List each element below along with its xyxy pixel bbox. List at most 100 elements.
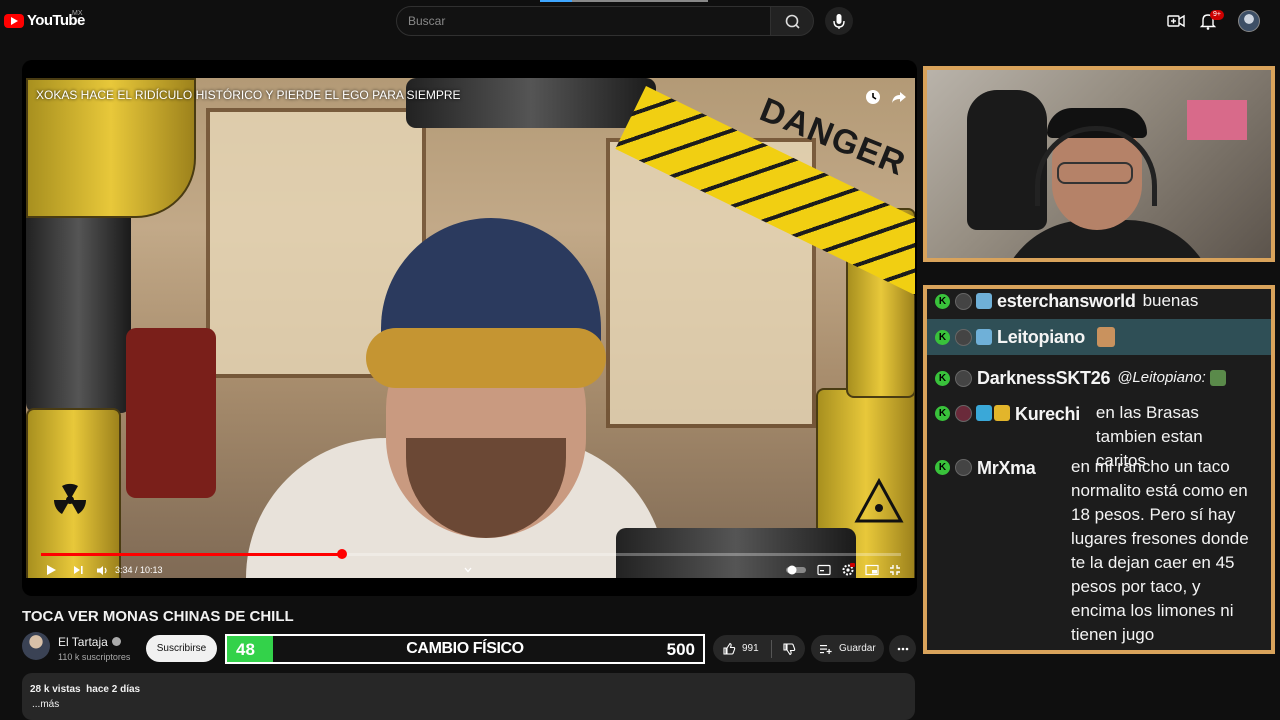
watch-later-icon[interactable] bbox=[864, 88, 882, 106]
chat-text: en las Brasas tambien estan caritos bbox=[1095, 403, 1203, 470]
subscriber-badge-icon bbox=[976, 329, 992, 345]
divider bbox=[770, 639, 772, 658]
like-count[interactable]: 991 bbox=[742, 643, 759, 654]
kick-badge-icon: K bbox=[935, 329, 950, 345]
view-count: 28 k vistas bbox=[30, 684, 81, 695]
user-avatar bbox=[955, 459, 972, 476]
subscriber-badge-icon bbox=[976, 293, 992, 309]
like-icon[interactable] bbox=[722, 642, 736, 656]
more-horizontal-icon bbox=[897, 647, 908, 650]
subtitles-icon[interactable] bbox=[817, 564, 831, 576]
kick-badge-icon: K bbox=[935, 370, 950, 386]
miniplayer-icon[interactable] bbox=[865, 564, 879, 576]
dislike-icon[interactable] bbox=[782, 642, 796, 656]
kick-badge-icon: K bbox=[935, 460, 950, 475]
goal-bar: 48 CAMBIO FÍSICO 500 bbox=[225, 634, 705, 664]
save-label: Guardar bbox=[839, 643, 876, 654]
youtube-play-icon bbox=[4, 13, 24, 28]
notification-badge: 9+ bbox=[1210, 10, 1224, 20]
playlist-add-icon bbox=[820, 644, 832, 654]
channel-name-row[interactable]: El Tartaja bbox=[58, 635, 121, 649]
video-frame: DANGER XOKAS HACE EL RIDÍCULO HISTÓRICO … bbox=[26, 78, 915, 596]
user-avatar bbox=[955, 292, 972, 310]
autoplay-toggle-icon[interactable] bbox=[785, 564, 807, 576]
country-code: MX bbox=[72, 10, 83, 17]
radiation-warning-icon bbox=[854, 478, 904, 523]
search-input[interactable] bbox=[397, 7, 770, 35]
search-button[interactable] bbox=[770, 6, 814, 36]
player-video-title[interactable]: XOKAS HACE EL RIDÍCULO HISTÓRICO Y PIERD… bbox=[36, 88, 461, 102]
create-button[interactable] bbox=[1166, 11, 1186, 31]
emote-icon bbox=[1209, 370, 1226, 386]
volume-icon[interactable] bbox=[96, 564, 109, 577]
chat-message: K MrXma en mi rancho un taco normalito e… bbox=[927, 455, 1271, 650]
dark-barrel-left bbox=[26, 193, 131, 413]
glasses bbox=[1057, 162, 1133, 184]
loading-bar bbox=[540, 0, 708, 2]
chat-text: buenas bbox=[1142, 291, 1199, 310]
chat-message-highlighted: K Leitopiano bbox=[927, 319, 1271, 355]
fullscreen-exit-icon[interactable] bbox=[889, 564, 901, 576]
chat-overlay: K esterchansworld buenas K Leitopiano K … bbox=[923, 285, 1275, 654]
vip-badge-icon bbox=[994, 405, 1010, 421]
user-avatar bbox=[955, 405, 972, 422]
settings-icon[interactable] bbox=[841, 563, 855, 577]
subscribe-button[interactable]: Suscribirse bbox=[146, 635, 217, 662]
show-more-link[interactable]: ...más bbox=[30, 699, 907, 710]
upload-date: hace 2 días bbox=[86, 684, 141, 695]
dark-barrel-top bbox=[406, 78, 656, 128]
hanging-jersey bbox=[967, 90, 1047, 230]
channel-name[interactable]: El Tartaja bbox=[58, 635, 108, 649]
red-barrel bbox=[126, 328, 216, 498]
account-avatar[interactable] bbox=[1238, 10, 1260, 32]
goal-label: CAMBIO FÍSICO bbox=[406, 640, 524, 657]
kick-badge-icon: K bbox=[935, 406, 950, 421]
mic-icon bbox=[833, 14, 845, 29]
user-avatar bbox=[955, 369, 972, 387]
progress-bar[interactable] bbox=[41, 549, 901, 559]
cap-brim bbox=[366, 328, 606, 388]
share-icon[interactable] bbox=[890, 88, 908, 106]
user-avatar bbox=[955, 328, 972, 346]
top-bar: YouTube MX 9+ bbox=[0, 0, 1280, 42]
save-button[interactable]: Guardar bbox=[811, 635, 884, 662]
video-title: TOCA VER MONAS CHINAS DE CHILL bbox=[22, 608, 294, 625]
progress-played bbox=[41, 553, 342, 556]
kick-badge-icon: K bbox=[935, 293, 950, 309]
voice-search-button[interactable] bbox=[825, 7, 853, 35]
chat-username: DarknessSKT26 bbox=[977, 367, 1111, 388]
player-right-controls bbox=[785, 563, 901, 577]
moderator-badge-icon bbox=[976, 405, 992, 421]
chat-text: en mi rancho un taco normalito está como… bbox=[1071, 457, 1249, 644]
chat-message: K esterchansworld buenas bbox=[927, 289, 1271, 313]
player-controls: 3:34 / 10:13 bbox=[26, 558, 915, 582]
chat-message: K DarknessSKT26 @Leitopiano: bbox=[927, 365, 1271, 391]
time-display: 3:34 / 10:13 bbox=[115, 565, 163, 575]
youtube-logo[interactable]: YouTube MX bbox=[4, 10, 85, 29]
more-actions-button[interactable] bbox=[889, 635, 916, 662]
chapter-chevron-icon[interactable] bbox=[463, 565, 473, 575]
chat-username: Kurechi bbox=[1015, 404, 1080, 424]
chat-username: esterchansworld bbox=[997, 290, 1136, 311]
chat-text: @Leitopiano: bbox=[1117, 369, 1206, 386]
play-icon[interactable] bbox=[44, 563, 58, 577]
like-dislike-group: 991 bbox=[713, 635, 805, 662]
poster bbox=[1187, 100, 1247, 140]
verified-icon bbox=[111, 637, 121, 646]
goal-track: 48 CAMBIO FÍSICO 500 bbox=[227, 636, 703, 662]
video-player[interactable]: DANGER XOKAS HACE EL RIDÍCULO HISTÓRICO … bbox=[22, 60, 917, 596]
view-date-line: 28 k vistas hace 2 días bbox=[30, 684, 907, 695]
search-box bbox=[396, 6, 771, 36]
goal-target: 500 bbox=[666, 640, 695, 659]
video-scene: DANGER bbox=[26, 78, 915, 578]
emote-icon bbox=[1097, 327, 1115, 347]
subscriber-count: 110 k suscriptores bbox=[58, 652, 131, 662]
next-icon[interactable] bbox=[72, 564, 84, 576]
channel-avatar[interactable] bbox=[22, 632, 50, 660]
chat-message: K Kurechi en las Brasas tambien estan ca… bbox=[927, 401, 1271, 470]
create-video-icon bbox=[1167, 14, 1185, 28]
chat-username: MrXma bbox=[977, 458, 1036, 478]
description-box[interactable]: 28 k vistas hace 2 días ...más bbox=[22, 673, 915, 720]
player-top-icons bbox=[864, 88, 908, 106]
chat-username: Leitopiano bbox=[997, 326, 1085, 347]
